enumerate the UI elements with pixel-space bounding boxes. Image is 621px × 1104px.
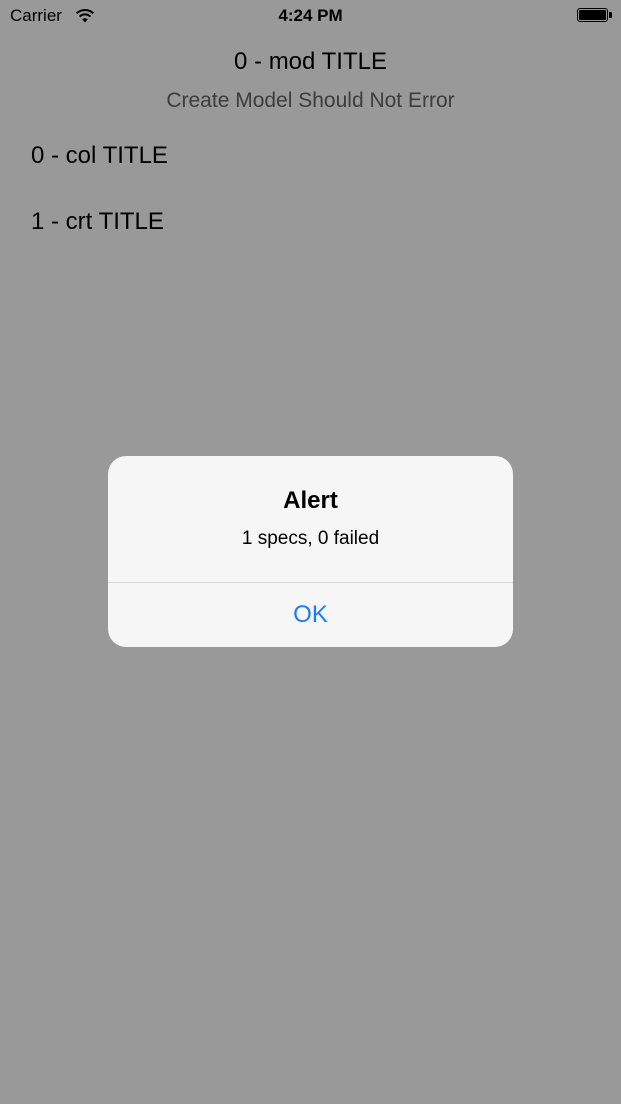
ok-button[interactable]: OK [108, 583, 513, 647]
alert-message: 1 specs, 0 failed [241, 528, 380, 549]
alert-content: Alert 1 specs, 0 failed [108, 456, 513, 582]
alert-title: Alert [283, 487, 338, 514]
alert-dialog: Alert 1 specs, 0 failed OK [108, 456, 513, 647]
